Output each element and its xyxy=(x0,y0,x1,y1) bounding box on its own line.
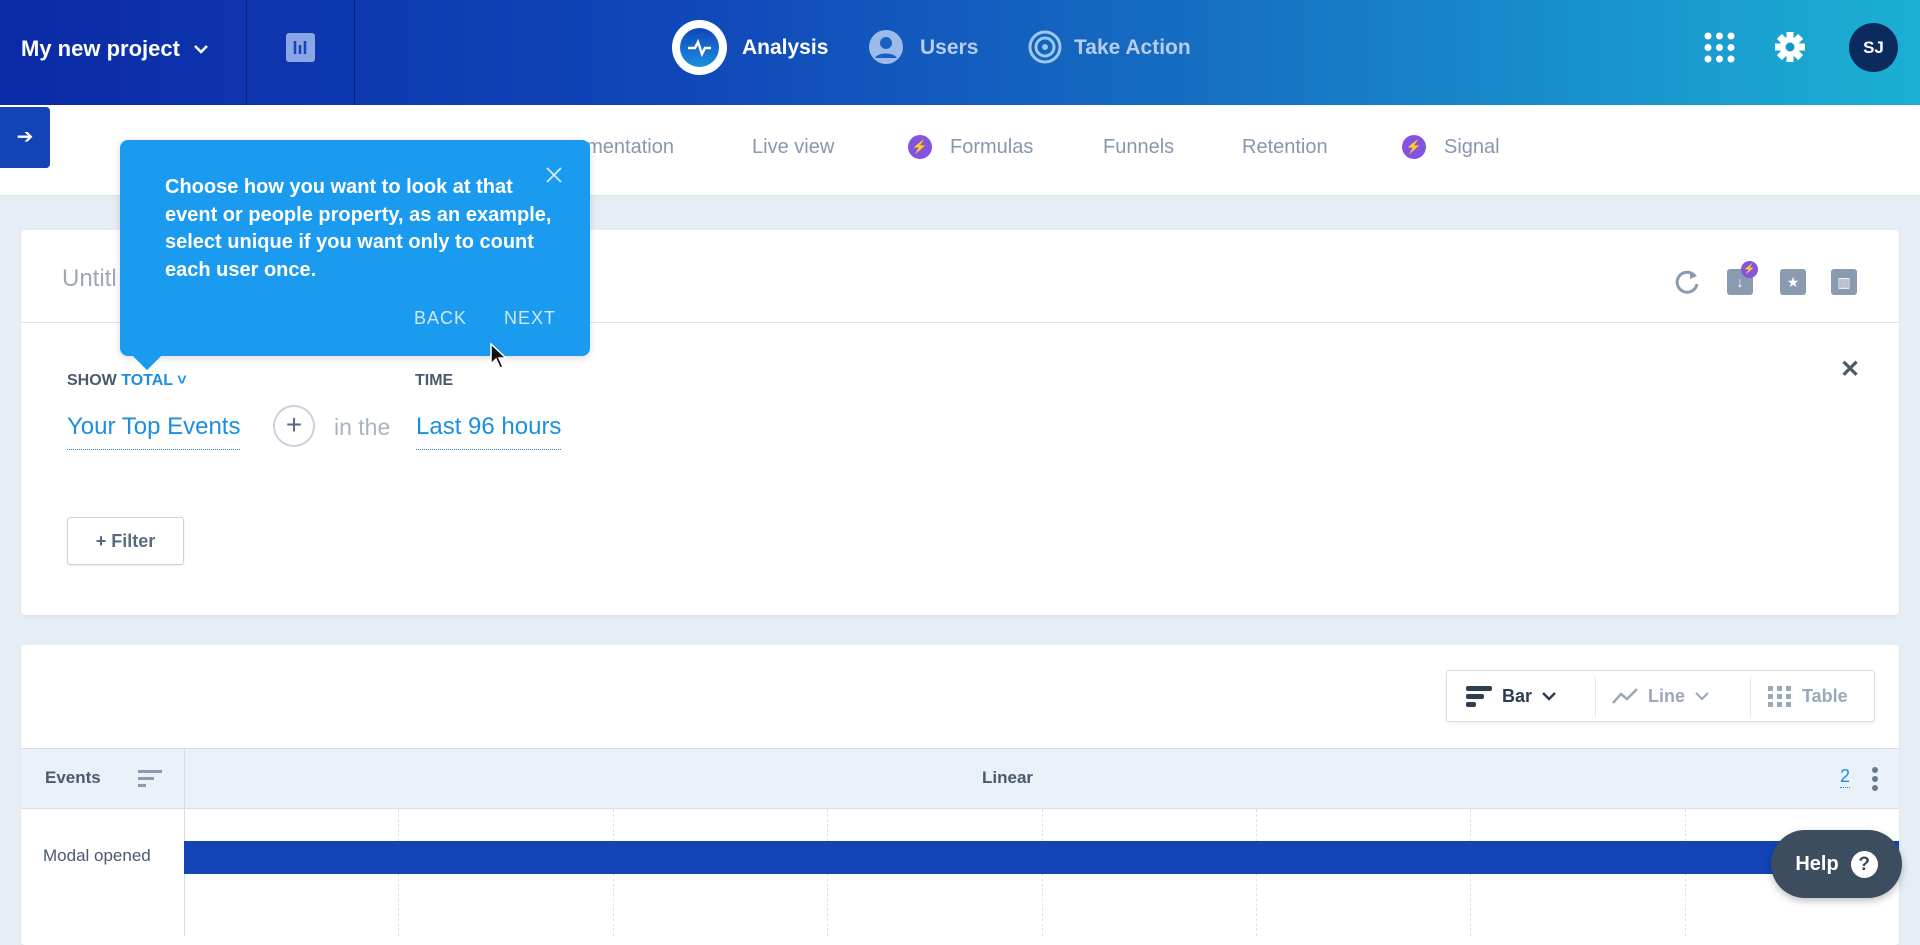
show-label: SHOW TOTAL ˅ xyxy=(67,372,187,389)
line-chart-icon xyxy=(1612,688,1638,704)
nav-take-action[interactable]: Take Action xyxy=(1074,36,1191,60)
user-icon[interactable] xyxy=(869,30,903,64)
bolt-icon: ⚡ xyxy=(908,135,932,159)
bar-chart-icon xyxy=(1466,686,1492,707)
chevron-down-icon xyxy=(1695,692,1709,701)
add-to-dashboard-icon[interactable]: ▥ xyxy=(1831,269,1857,295)
gear-icon[interactable] xyxy=(1774,31,1806,63)
avatar[interactable]: SJ xyxy=(1849,23,1898,72)
bar-modal-opened[interactable] xyxy=(184,841,1899,874)
tab-formulas[interactable]: Formulas xyxy=(950,136,1033,159)
tab-funnels[interactable]: Funnels xyxy=(1103,136,1174,159)
apps-grid-icon[interactable] xyxy=(1704,32,1735,63)
tab-retention[interactable]: Retention xyxy=(1242,136,1328,159)
arrow-right-icon: ➔ xyxy=(16,126,34,148)
add-event-button[interactable]: + xyxy=(273,405,315,447)
analysis-pulse-icon[interactable] xyxy=(672,20,727,75)
nav-analysis[interactable]: Analysis xyxy=(742,36,828,60)
reports-icon[interactable] xyxy=(286,33,315,62)
onboarding-tooltip: Choose how you want to look at that even… xyxy=(120,140,590,371)
table-header xyxy=(21,748,1899,809)
refresh-icon[interactable] xyxy=(1673,268,1701,296)
top-header: My new project Analysis Users Take Actio… xyxy=(0,0,1920,105)
close-icon[interactable] xyxy=(546,167,562,183)
chevron-down-icon xyxy=(1542,692,1556,701)
mouse-cursor-icon xyxy=(490,343,508,369)
tooltip-back-button[interactable]: BACK xyxy=(414,308,467,329)
row-label: Modal opened xyxy=(43,846,151,865)
question-icon: ? xyxy=(1850,850,1878,878)
report-title[interactable]: Untitl xyxy=(62,265,117,293)
time-range-selector[interactable]: Last 96 hours xyxy=(416,413,562,450)
scale-header[interactable]: Linear xyxy=(982,768,1033,788)
help-button[interactable]: Help ? xyxy=(1771,830,1902,898)
table-grid-icon xyxy=(1768,686,1791,707)
show-type-dropdown[interactable]: TOTAL xyxy=(121,372,173,389)
bookmark-folder-icon[interactable]: ★ xyxy=(1780,269,1806,295)
time-label: TIME xyxy=(415,372,454,389)
events-column-header: Events xyxy=(45,768,101,787)
add-filter-button[interactable]: + Filter xyxy=(67,517,184,565)
sort-icon[interactable] xyxy=(138,769,162,787)
target-icon[interactable] xyxy=(1028,30,1062,64)
table-button[interactable]: Table xyxy=(1768,670,1848,722)
more-options-icon[interactable] xyxy=(1871,766,1879,792)
bolt-icon: ⚡ xyxy=(1741,261,1758,278)
close-query-icon[interactable]: ✕ xyxy=(1840,355,1860,384)
bolt-icon: ⚡ xyxy=(1402,135,1426,159)
nav-users[interactable]: Users xyxy=(920,36,978,60)
bar-chart-button[interactable]: Bar xyxy=(1466,670,1556,722)
in-the-text: in the xyxy=(334,414,391,440)
project-selector[interactable]: My new project xyxy=(21,36,208,62)
line-chart-button[interactable]: Line xyxy=(1612,670,1709,722)
tooltip-text: Choose how you want to look at that even… xyxy=(165,176,552,281)
project-name: My new project xyxy=(21,36,180,61)
expand-sidebar-button[interactable]: ➔ xyxy=(0,107,50,168)
tab-signal[interactable]: Signal xyxy=(1444,136,1500,159)
series-count[interactable]: 2 xyxy=(1840,766,1851,788)
chevron-down-icon: ˅ xyxy=(172,372,187,389)
tooltip-next-button[interactable]: NEXT xyxy=(504,308,556,329)
events-selector[interactable]: Your Top Events xyxy=(67,413,241,450)
tab-live-view[interactable]: Live view xyxy=(752,136,834,159)
chevron-down-icon xyxy=(194,45,208,54)
